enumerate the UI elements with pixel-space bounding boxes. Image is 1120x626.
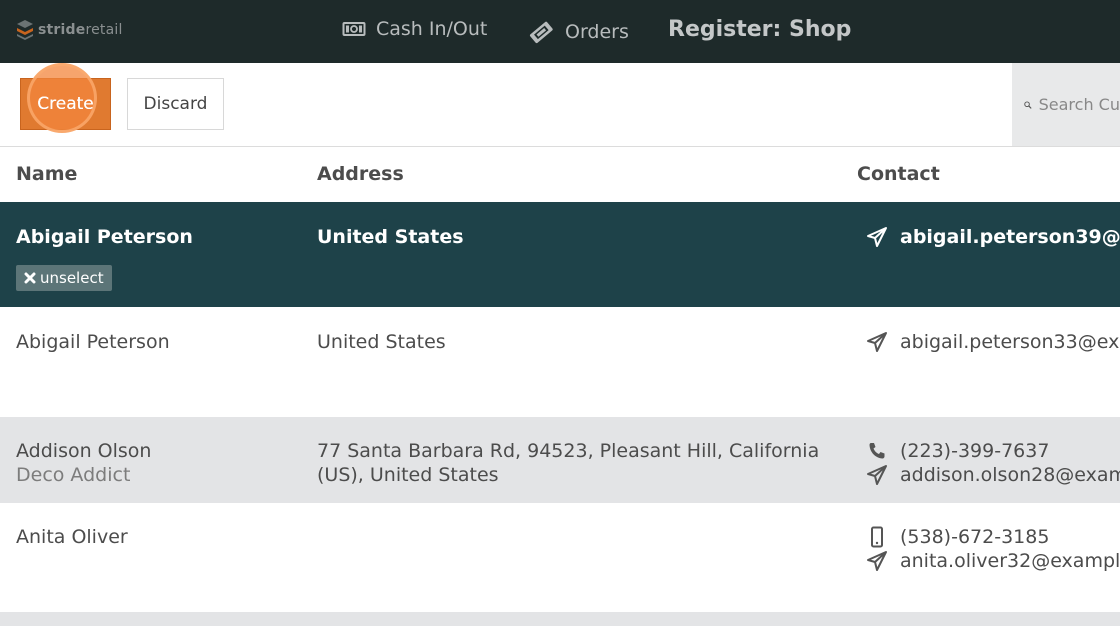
- phone-icon: [869, 443, 885, 459]
- unselect-label: unselect: [40, 269, 104, 287]
- table-header: Name Address Contact: [0, 147, 1120, 202]
- brand-logo: strideretail: [16, 19, 123, 41]
- unselect-button[interactable]: unselect: [16, 265, 112, 291]
- table-row[interactable]: [0, 612, 1120, 626]
- customer-mobile: (538)-672-3185: [900, 526, 1050, 548]
- search-icon: [1024, 100, 1032, 109]
- customer-name: Abigail Peterson: [16, 331, 170, 353]
- cash-icon: [342, 22, 366, 36]
- mobile-phone-icon: [871, 526, 883, 548]
- discard-button[interactable]: Discard: [127, 78, 224, 130]
- customer-email: anita.oliver32@example: [900, 550, 1120, 572]
- toolbar: Create Create Discard Search Cu: [0, 63, 1120, 147]
- paper-plane-icon: [867, 227, 887, 247]
- create-label-overlay: Create: [37, 94, 94, 114]
- paper-plane-icon: [867, 551, 887, 571]
- table-row-selected[interactable]: Abigail Peterson unselect United States …: [0, 202, 1120, 307]
- customer-contact: abigail.peterson33@exa: [866, 330, 1120, 354]
- register-title: Register: Shop: [668, 17, 852, 42]
- customer-name: Abigail Peterson: [16, 226, 193, 248]
- search-customer-input[interactable]: Search Cu: [1012, 63, 1120, 146]
- customer-contact: (223)-399-7637 addison.olson28@examp: [866, 439, 1120, 487]
- nav-orders[interactable]: Orders: [527, 18, 629, 46]
- customer-name: Addison Olson: [16, 440, 152, 462]
- customer-address: United States: [317, 331, 446, 353]
- customer-name: Anita Oliver: [16, 526, 128, 548]
- search-placeholder: Search Cu: [1038, 95, 1120, 114]
- table-row[interactable]: Addison Olson Deco Addict 77 Santa Barba…: [0, 417, 1120, 503]
- paper-plane-icon: [867, 332, 887, 352]
- paper-plane-icon: [867, 465, 887, 485]
- header-name: Name: [16, 163, 78, 185]
- customer-address: United States: [317, 226, 464, 248]
- ticket-icon: [529, 21, 553, 44]
- customer-address-line2: (US), United States: [317, 464, 499, 486]
- customer-email: abigail.peterson39@exa: [900, 226, 1120, 248]
- table-row[interactable]: Abigail Peterson United States abigail.p…: [0, 307, 1120, 417]
- customer-address-line1: 77 Santa Barbara Rd, 94523, Pleasant Hil…: [317, 440, 820, 462]
- create-button-label-overlay: Create: [20, 78, 111, 130]
- header-contact: Contact: [857, 163, 940, 185]
- close-icon: [24, 272, 36, 284]
- logo-mark-icon: [17, 20, 33, 40]
- customer-company: Deco Addict: [16, 464, 131, 486]
- header-address: Address: [317, 163, 404, 185]
- nav-orders-label: Orders: [565, 21, 629, 43]
- logo-text: strideretail: [38, 22, 123, 38]
- nav-cash-in-out[interactable]: Cash In/Out: [342, 18, 487, 40]
- customer-contact: abigail.peterson39@exa: [866, 225, 1120, 249]
- nav-cash-label: Cash In/Out: [376, 18, 488, 40]
- customer-phone: (223)-399-7637: [900, 440, 1050, 462]
- customer-email: abigail.peterson33@exa: [900, 331, 1120, 353]
- customer-email: addison.olson28@examp: [900, 464, 1120, 486]
- customer-contact: (538)-672-3185 anita.oliver32@example: [866, 525, 1120, 573]
- top-navbar: strideretail Cash In/Out Orders Register…: [0, 0, 1120, 63]
- table-row[interactable]: Anita Oliver (538)-672-3185 anita.oliver…: [0, 503, 1120, 612]
